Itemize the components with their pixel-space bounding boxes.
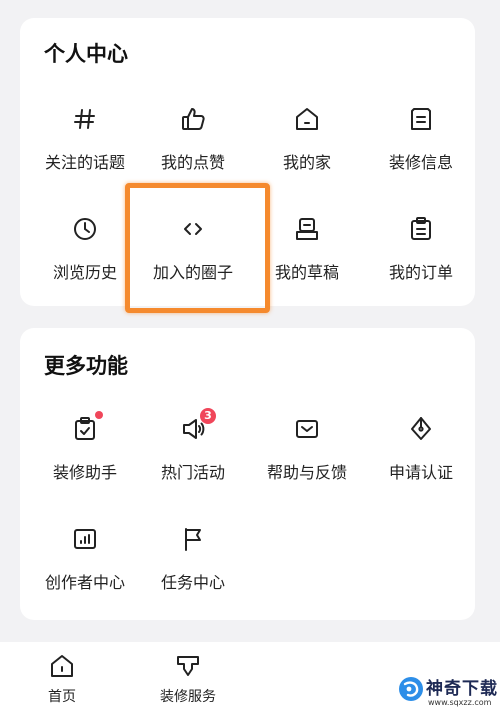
item-renovation-info[interactable]: 装修信息 (364, 93, 478, 193)
item-label: 加入的圈子 (152, 263, 233, 282)
item-followed-topics[interactable]: 关注的话题 (28, 93, 142, 193)
service-icon (177, 656, 199, 676)
item-label: 我的草稿 (274, 263, 339, 282)
pen-nib-icon (411, 417, 431, 440)
tab-label: 装修服务 (160, 689, 216, 705)
tab-renovation-service[interactable]: 装修服务 (133, 642, 243, 714)
item-task-center[interactable]: 任务中心 (136, 513, 250, 613)
item-label: 装修信息 (388, 153, 453, 172)
item-my-likes[interactable]: 我的点赞 (136, 93, 250, 193)
watermark-url: www.sqxzz.com (428, 698, 492, 707)
item-label: 创作者中心 (44, 573, 125, 592)
more-features-card: 更多功能 装修助手 3 热门活动 帮助与反馈 申请认证 创作者中心 任务中心 (20, 328, 475, 620)
item-label: 关注的话题 (44, 153, 125, 172)
draft-tray-icon (296, 218, 318, 240)
code-brackets-icon (184, 223, 202, 235)
tab-label: 首页 (48, 689, 76, 705)
envelope-icon (296, 420, 318, 438)
section-title: 更多功能 (44, 354, 128, 378)
item-joined-circles[interactable]: 加入的圈子 (136, 203, 250, 303)
item-label: 我的家 (282, 153, 331, 172)
item-creator-center[interactable]: 创作者中心 (28, 513, 142, 613)
item-label: 我的订单 (388, 263, 453, 282)
item-label: 热门活动 (160, 463, 225, 482)
item-label: 我的点赞 (160, 153, 225, 172)
bar-chart-icon (74, 529, 96, 549)
item-label: 帮助与反馈 (266, 463, 347, 482)
document-lines-icon (411, 108, 431, 130)
item-apply-certification[interactable]: 申请认证 (364, 403, 478, 503)
flag-icon (185, 528, 201, 551)
item-help-feedback[interactable]: 帮助与反馈 (250, 403, 364, 503)
watermark-logo-icon (399, 677, 423, 701)
clipboard-icon (411, 217, 431, 240)
section-title: 个人中心 (44, 42, 128, 66)
item-my-orders[interactable]: 我的订单 (364, 203, 478, 303)
personal-center-card: 个人中心 关注的话题 我的点赞 我的家 装修信息 浏览历史 加入的圈子 我的草稿… (20, 18, 475, 306)
item-my-home[interactable]: 我的家 (250, 93, 364, 193)
notification-dot (95, 411, 103, 419)
item-label: 浏览历史 (52, 263, 117, 282)
hashtag-icon (74, 109, 95, 129)
clipboard-check-icon (75, 417, 95, 440)
home-icon (51, 655, 73, 677)
item-label: 任务中心 (160, 573, 225, 592)
notification-badge: 3 (200, 408, 216, 424)
item-label: 申请认证 (388, 463, 453, 482)
watermark-text: 神奇下载 (426, 679, 498, 699)
item-renovation-assistant[interactable]: 装修助手 (28, 403, 142, 503)
item-browse-history[interactable]: 浏览历史 (28, 203, 142, 303)
tab-home[interactable]: 首页 (7, 642, 117, 714)
item-my-drafts[interactable]: 我的草稿 (250, 203, 364, 303)
watermark: 神奇下载 www.sqxzz.com (398, 672, 498, 712)
home-icon (296, 108, 318, 130)
clock-icon (74, 218, 96, 240)
item-hot-activities[interactable]: 3 热门活动 (136, 403, 250, 503)
thumbs-up-icon (182, 108, 205, 130)
item-label: 装修助手 (52, 463, 117, 482)
